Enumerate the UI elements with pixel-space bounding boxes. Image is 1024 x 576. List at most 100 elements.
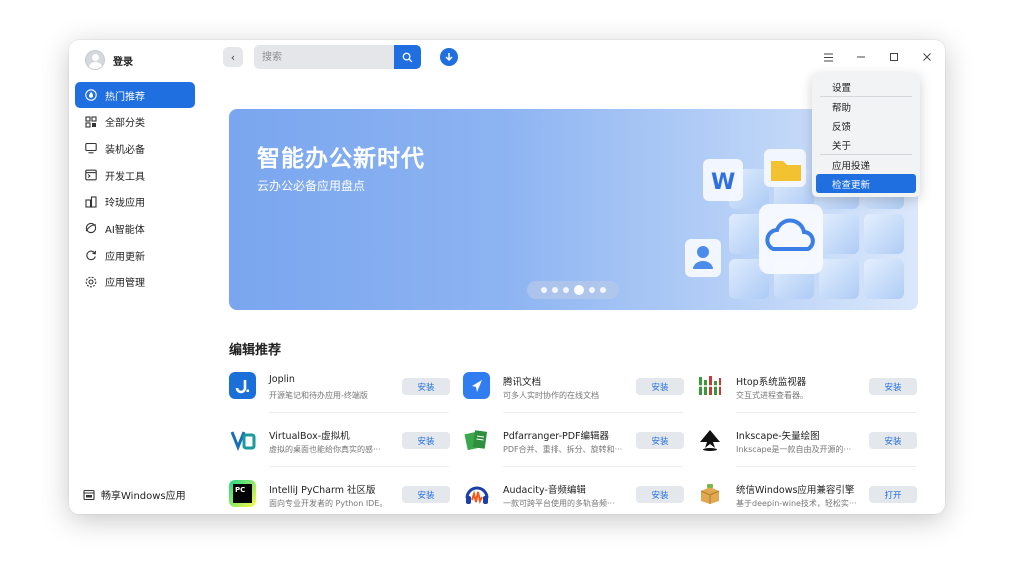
back-button[interactable]: ‹ xyxy=(223,47,243,67)
app-card[interactable]: Htop系统监视器 交互式进程查看器。 安装 xyxy=(696,366,917,420)
carousel-dot[interactable] xyxy=(540,287,547,293)
chevron-left-icon: ‹ xyxy=(230,50,236,64)
terminal-icon xyxy=(85,169,97,181)
search-input[interactable] xyxy=(254,45,394,69)
app-store-window: 登录 热门推荐 全部分类 装机必备 开发工具 玲珑应用 AI智能体 应用更新 应… xyxy=(69,40,945,514)
app-description: PDF合并、重排、拆分、旋转和··· xyxy=(503,445,623,454)
carousel-dot[interactable] xyxy=(588,287,595,293)
sidebar-item-updates[interactable]: 应用更新 xyxy=(75,242,195,268)
htop-icon xyxy=(696,372,723,399)
menu-item-feedback[interactable]: 反馈 xyxy=(816,116,916,135)
install-button[interactable]: 安装 xyxy=(636,432,684,449)
carousel-dot[interactable] xyxy=(562,287,569,293)
open-button[interactable]: 打开 xyxy=(869,486,917,503)
menu-item-check-updates[interactable]: 检查更新 xyxy=(816,174,916,193)
carousel-dot[interactable] xyxy=(599,287,606,293)
app-name: 腾讯文档 xyxy=(503,377,542,388)
pdfarranger-icon xyxy=(463,426,490,453)
divider xyxy=(269,466,449,467)
app-card[interactable]: Pdfarranger-PDF编辑器 PDF合并、重排、拆分、旋转和··· 安装 xyxy=(463,420,684,474)
inkscape-icon xyxy=(696,426,723,453)
divider xyxy=(503,412,683,413)
gear-icon xyxy=(85,276,97,288)
app-description: 可多人实时协作的在线文档 xyxy=(503,391,599,400)
flame-icon xyxy=(85,89,97,101)
monitor-icon xyxy=(85,142,97,154)
menu-item-help[interactable]: 帮助 xyxy=(816,97,916,116)
install-button[interactable]: 安装 xyxy=(402,486,450,503)
install-button[interactable]: 安装 xyxy=(636,378,684,395)
refresh-icon xyxy=(85,249,97,261)
share-windows-apps[interactable]: 畅享Windows应用 xyxy=(83,487,186,502)
svg-text:W: W xyxy=(711,170,735,195)
avatar[interactable] xyxy=(85,50,105,70)
sidebar-item-ai-agent[interactable]: AI智能体 xyxy=(75,215,195,241)
sidebar-item-hot[interactable]: 热门推荐 xyxy=(75,82,195,108)
menu-item-settings[interactable]: 设置 xyxy=(816,77,916,96)
app-card[interactable]: VirtualBox-虚拟机 虚拟的桌面也能给你真实的感··· 安装 xyxy=(229,420,450,474)
menu-item-submit-app[interactable]: 应用投递 xyxy=(816,155,916,174)
sidebar-item-label: 应用更新 xyxy=(105,251,145,263)
install-button[interactable]: 安装 xyxy=(402,432,450,449)
sidebar-item-label: 全部分类 xyxy=(105,118,145,130)
download-icon xyxy=(445,53,453,62)
menu-item-about[interactable]: 关于 xyxy=(816,135,916,154)
sidebar-item-linglong[interactable]: 玲珑应用 xyxy=(75,189,195,215)
app-card[interactable]: 腾讯文档 可多人实时协作的在线文档 安装 xyxy=(463,366,684,420)
sidebar-item-label: 玲珑应用 xyxy=(105,198,145,210)
download-manager-button[interactable] xyxy=(440,48,458,66)
main-menu-dropdown: 设置 帮助 反馈 关于 应用投递 检查更新 xyxy=(812,73,920,197)
sidebar-item-essentials[interactable]: 装机必备 xyxy=(75,135,195,161)
pycharm-icon: PC xyxy=(229,480,256,507)
app-card[interactable]: PC IntelliJ PyCharm 社区版 面向专业开发者的 Python … xyxy=(229,474,450,514)
minimize-icon xyxy=(857,56,865,58)
share-label: 畅享Windows应用 xyxy=(101,491,186,502)
app-card[interactable]: Inkscape-矢量绘图 Inkscape是一款自由及开源的··· 安装 xyxy=(696,420,917,474)
sidebar-item-app-management[interactable]: 应用管理 xyxy=(75,269,195,295)
app-description: 面向专业开发者的 Python IDE。 xyxy=(269,499,388,508)
app-name: VirtualBox-虚拟机 xyxy=(269,431,350,442)
app-name: IntelliJ PyCharm 社区版 xyxy=(269,485,376,496)
app-name: Joplin xyxy=(269,374,295,385)
carousel-dot-active[interactable] xyxy=(573,285,584,295)
maximize-button[interactable] xyxy=(881,45,907,69)
user-login[interactable]: 登录 xyxy=(85,50,133,70)
login-label[interactable]: 登录 xyxy=(113,53,133,68)
package-icon xyxy=(85,196,97,208)
minimize-button[interactable] xyxy=(848,45,874,69)
hamburger-icon xyxy=(823,53,833,61)
app-card[interactable]: 统信Windows应用兼容引擎 基于deepin-wine技术，轻松实··· 打… xyxy=(696,474,917,514)
sidebar-nav: 热门推荐 全部分类 装机必备 开发工具 玲珑应用 AI智能体 应用更新 应用管理 xyxy=(75,82,195,296)
app-card[interactable]: Joplin 开源笔记和待办应用-终端版 安装 xyxy=(229,366,450,420)
main-menu-button[interactable] xyxy=(815,45,841,69)
divider xyxy=(736,412,916,413)
windows-app-icon xyxy=(83,489,95,501)
sidebar: 登录 热门推荐 全部分类 装机必备 开发工具 玲珑应用 AI智能体 应用更新 应… xyxy=(69,40,209,514)
install-button[interactable]: 安装 xyxy=(402,378,450,395)
ai-icon xyxy=(85,222,97,234)
search-button[interactable] xyxy=(394,45,421,69)
sidebar-item-dev-tools[interactable]: 开发工具 xyxy=(75,162,195,188)
install-button[interactable]: 安装 xyxy=(869,378,917,395)
divider xyxy=(503,466,683,467)
search-bar xyxy=(254,45,421,69)
app-description: 基于deepin-wine技术，轻松实··· xyxy=(736,499,856,508)
app-card[interactable]: Audacity-音频编辑 一款可跨平台使用的多轨音频··· 安装 xyxy=(463,474,684,514)
app-description: 一款可跨平台使用的多轨音频··· xyxy=(503,499,615,508)
app-description: 交互式进程查看器。 xyxy=(736,391,808,400)
wine-engine-icon xyxy=(696,480,723,507)
carousel-dot[interactable] xyxy=(551,287,558,293)
sidebar-item-label: 开发工具 xyxy=(105,171,145,183)
install-button[interactable]: 安装 xyxy=(869,432,917,449)
tencent-docs-icon xyxy=(463,372,490,399)
divider xyxy=(269,412,449,413)
carousel-indicator xyxy=(527,281,619,299)
app-name: 统信Windows应用兼容引擎 xyxy=(736,485,855,496)
sidebar-item-label: AI智能体 xyxy=(105,224,145,236)
install-button[interactable]: 安装 xyxy=(636,486,684,503)
audacity-icon xyxy=(463,480,490,507)
sidebar-item-all-categories[interactable]: 全部分类 xyxy=(75,109,195,135)
section-title-editor-picks: 编辑推荐 xyxy=(229,343,282,358)
app-name: Audacity-音频编辑 xyxy=(503,485,586,496)
close-button[interactable] xyxy=(914,45,940,69)
